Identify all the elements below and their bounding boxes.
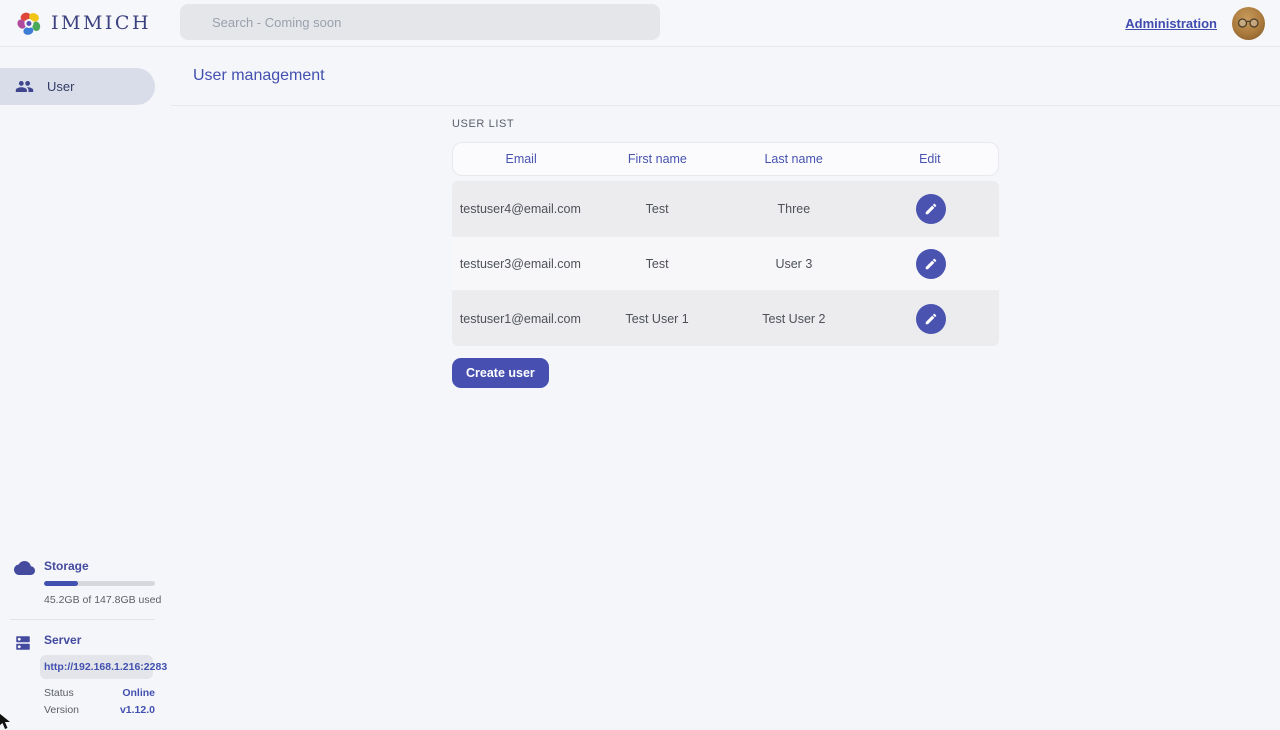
edit-user-button[interactable] (916, 304, 946, 334)
mouse-cursor (0, 712, 13, 730)
pencil-icon (924, 202, 938, 216)
cell-last-name: User 3 (726, 257, 863, 271)
pencil-icon (924, 312, 938, 326)
table-row: testuser1@email.com Test User 1 Test Use… (452, 291, 999, 346)
server-version-row: Version v1.12.0 (44, 704, 155, 716)
server-widget: Server http://192.168.1.216:2283 Status … (0, 633, 155, 716)
sidebar: User Storage 45.2GB of 147.8GB used (0, 47, 155, 730)
cell-email: testuser4@email.com (452, 202, 589, 216)
cell-email: testuser3@email.com (452, 257, 589, 271)
users-group-icon (15, 77, 34, 96)
user-table: testuser4@email.com Test Three testuser3… (452, 181, 999, 346)
status-value: Online (122, 687, 155, 699)
sidebar-divider (10, 619, 155, 620)
immich-flower-icon (16, 10, 43, 37)
storage-widget: Storage 45.2GB of 147.8GB used (0, 559, 155, 606)
cloud-icon (14, 559, 36, 606)
app-logo[interactable]: IMMICH (0, 10, 151, 37)
status-label: Status (44, 687, 74, 699)
storage-progress-fill (44, 581, 78, 586)
server-title: Server (44, 633, 155, 647)
server-url: http://192.168.1.216:2283 (40, 655, 153, 679)
edit-user-button[interactable] (916, 249, 946, 279)
create-user-button[interactable]: Create user (452, 358, 549, 388)
page-title: User management (193, 67, 325, 85)
storage-progress-bar (44, 581, 155, 586)
pencil-icon (924, 257, 938, 271)
storage-title: Storage (44, 559, 155, 573)
column-email: Email (453, 152, 589, 166)
version-value: v1.12.0 (120, 704, 155, 716)
table-header-row: Email First name Last name Edit (452, 142, 999, 176)
glasses-icon (1237, 18, 1260, 28)
column-last-name: Last name (726, 152, 862, 166)
search-input[interactable] (180, 4, 660, 40)
table-row: testuser3@email.com Test User 3 (452, 236, 999, 291)
cell-first-name: Test (589, 257, 726, 271)
app-name: IMMICH (51, 12, 151, 34)
cell-email: testuser1@email.com (452, 312, 589, 326)
sidebar-item-user[interactable]: User (0, 68, 155, 105)
server-icon (14, 633, 36, 716)
administration-link[interactable]: Administration (1125, 16, 1217, 31)
table-row: testuser4@email.com Test Three (452, 181, 999, 236)
cell-first-name: Test User 1 (589, 312, 726, 326)
search-bar (180, 4, 660, 40)
server-status-row: Status Online (44, 687, 155, 699)
page-title-bar: User management (171, 47, 1280, 106)
version-label: Version (44, 704, 79, 716)
cell-first-name: Test (589, 202, 726, 216)
main-content: User management USER LIST Email First na… (171, 47, 1280, 730)
sidebar-footer: Storage 45.2GB of 147.8GB used Server ht… (0, 559, 155, 716)
edit-user-button[interactable] (916, 194, 946, 224)
cell-last-name: Test User 2 (726, 312, 863, 326)
user-list-label: USER LIST (452, 118, 999, 130)
user-avatar[interactable] (1232, 7, 1265, 40)
column-edit: Edit (862, 152, 998, 166)
cell-last-name: Three (726, 202, 863, 216)
column-first-name: First name (589, 152, 725, 166)
storage-usage-text: 45.2GB of 147.8GB used (44, 594, 155, 606)
sidebar-item-user-label: User (47, 79, 74, 94)
top-bar: IMMICH Administration (0, 0, 1280, 47)
